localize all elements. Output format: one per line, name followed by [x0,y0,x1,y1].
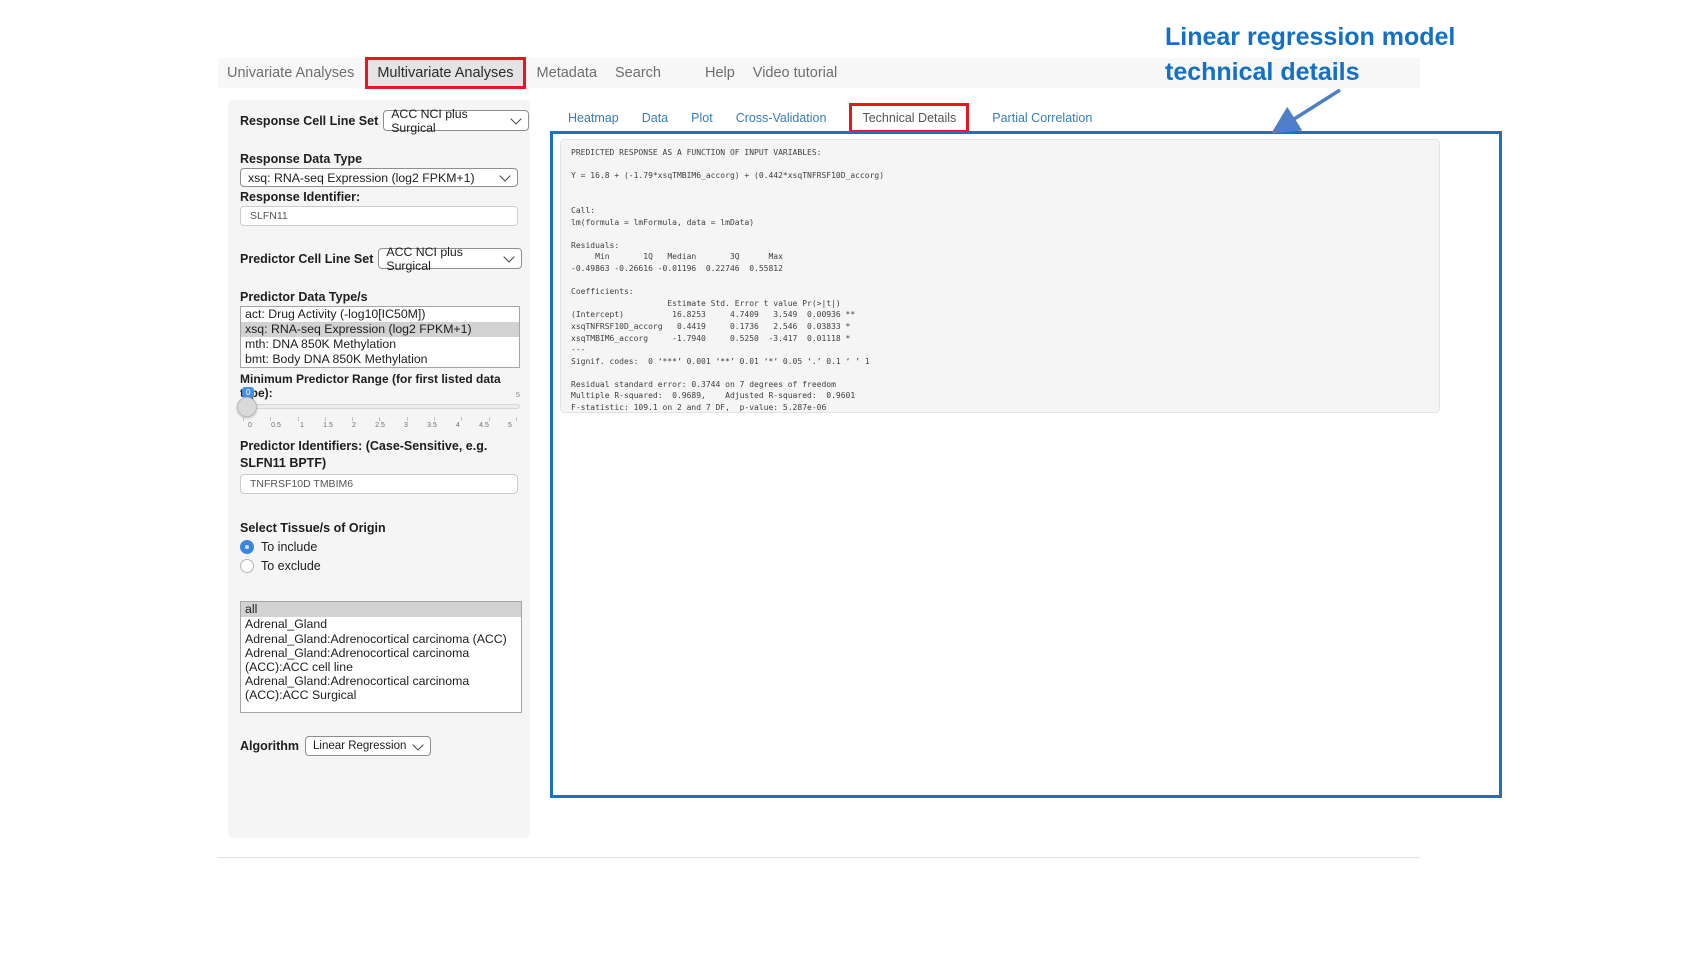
tab-plot[interactable]: Plot [691,111,713,125]
technical-details-panel: PREDICTED RESPONSE AS A FUNCTION OF INPU… [550,131,1502,798]
radio-exclude-label: To exclude [261,559,321,573]
tab-cross-validation[interactable]: Cross-Validation [736,111,827,125]
tissue-listbox: all Adrenal_Gland Adrenal_Gland:Adrenoco… [240,601,522,713]
results-tabs: Heatmap Data Plot Cross-Validation Techn… [568,103,1092,133]
predictor-cell-line-set-row: Predictor Cell Line Set ACC NCI plus Sur… [240,248,522,269]
nav-video-tutorial[interactable]: Video tutorial [744,65,846,81]
response-data-type-label: Response Data Type [240,152,362,166]
algorithm-select[interactable]: Linear Regression [305,736,431,756]
chevron-down-icon [504,251,515,262]
down-left-arrow-icon [1262,86,1346,136]
nav-metadata[interactable]: Metadata [528,65,606,81]
algorithm-row: Algorithm Linear Regression [240,736,431,756]
tab-partial-correlation[interactable]: Partial Correlation [992,111,1092,125]
chevron-down-icon [413,739,424,750]
select-tissue-label: Select Tissue/s of Origin [240,521,386,535]
list-option[interactable]: Adrenal_Gland:Adrenocortical carcinoma (… [241,632,521,647]
model-summary-box: PREDICTED RESPONSE AS A FUNCTION OF INPU… [560,139,1440,413]
page: Univariate Analyses Multivariate Analyse… [0,0,1700,956]
model-summary-output: PREDICTED RESPONSE AS A FUNCTION OF INPU… [571,147,1429,414]
slider-max-label: 5 [516,390,520,399]
predictor-identifiers-input[interactable] [240,474,518,494]
response-cell-line-set-row: Response Cell Line Set ACC NCI plus Surg… [240,110,529,131]
predictor-identifiers-label: Predictor Identifiers: (Case-Sensitive, … [240,438,526,472]
min-predictor-range-slider: 0 5 0 0.5 1 1.5 2 2.5 3 3.5 4 4.5 5 [240,387,520,433]
predictor-data-types-listbox: act: Drug Activity (-log10[IC50M]) xsq: … [240,306,520,368]
chevron-down-icon [511,113,522,124]
slider-handle[interactable] [237,397,257,417]
predictor-data-types-label: Predictor Data Type/s [240,290,368,304]
tissue-exclude-radio-row: To exclude [240,559,321,573]
tissue-include-radio-row: To include [240,540,317,554]
list-option[interactable]: xsq: RNA-seq Expression (log2 FPKM+1) [241,322,519,337]
slider-ticks [243,417,517,421]
response-identifier-label: Response Identifier: [240,190,360,204]
list-option[interactable]: Adrenal_Gland [241,617,521,632]
radio-button-include[interactable] [240,540,254,554]
controls-panel: Response Cell Line Set ACC NCI plus Surg… [228,100,530,838]
list-option[interactable]: act: Drug Activity (-log10[IC50M]) [241,307,519,322]
algorithm-label: Algorithm [240,739,299,753]
list-option[interactable]: bmt: Body DNA 850K Methylation [241,352,519,367]
radio-include-label: To include [261,540,317,554]
tab-heatmap[interactable]: Heatmap [568,111,619,125]
annotation-line-2: technical details [1165,55,1455,90]
response-identifier-input[interactable] [240,206,518,226]
response-cell-line-set-select[interactable]: ACC NCI plus Surgical [383,110,529,131]
footer-divider [218,857,1420,858]
list-option[interactable]: Adrenal_Gland:Adrenocortical carcinoma (… [241,647,521,675]
predictor-cell-line-set-select[interactable]: ACC NCI plus Surgical [378,248,522,269]
nav-search[interactable]: Search [606,65,670,81]
list-option[interactable]: mth: DNA 850K Methylation [241,337,519,352]
annotation-callout: Linear regression model technical detail… [1165,20,1455,90]
slider-tick-labels: 0 0.5 1 1.5 2 2.5 3 3.5 4 4.5 5 [240,422,520,429]
response-data-type-select[interactable]: xsq: RNA-seq Expression (log2 FPKM+1) [240,168,518,187]
nav-help[interactable]: Help [696,65,744,81]
tab-technical-details[interactable]: Technical Details [849,103,969,133]
nav-multivariate-analyses[interactable]: Multivariate Analyses [365,57,525,89]
list-option[interactable]: Adrenal_Gland:Adrenocortical carcinoma (… [241,675,521,703]
list-option[interactable]: all [241,602,521,617]
nav-univariate-analyses[interactable]: Univariate Analyses [218,65,363,81]
chevron-down-icon [499,170,510,181]
annotation-line-1: Linear regression model [1165,20,1455,55]
radio-button-exclude[interactable] [240,559,254,573]
tab-data[interactable]: Data [642,111,668,125]
predictor-cell-line-set-label: Predictor Cell Line Set [240,252,373,266]
slider-track[interactable] [240,404,520,409]
response-cell-line-set-label: Response Cell Line Set [240,114,378,128]
